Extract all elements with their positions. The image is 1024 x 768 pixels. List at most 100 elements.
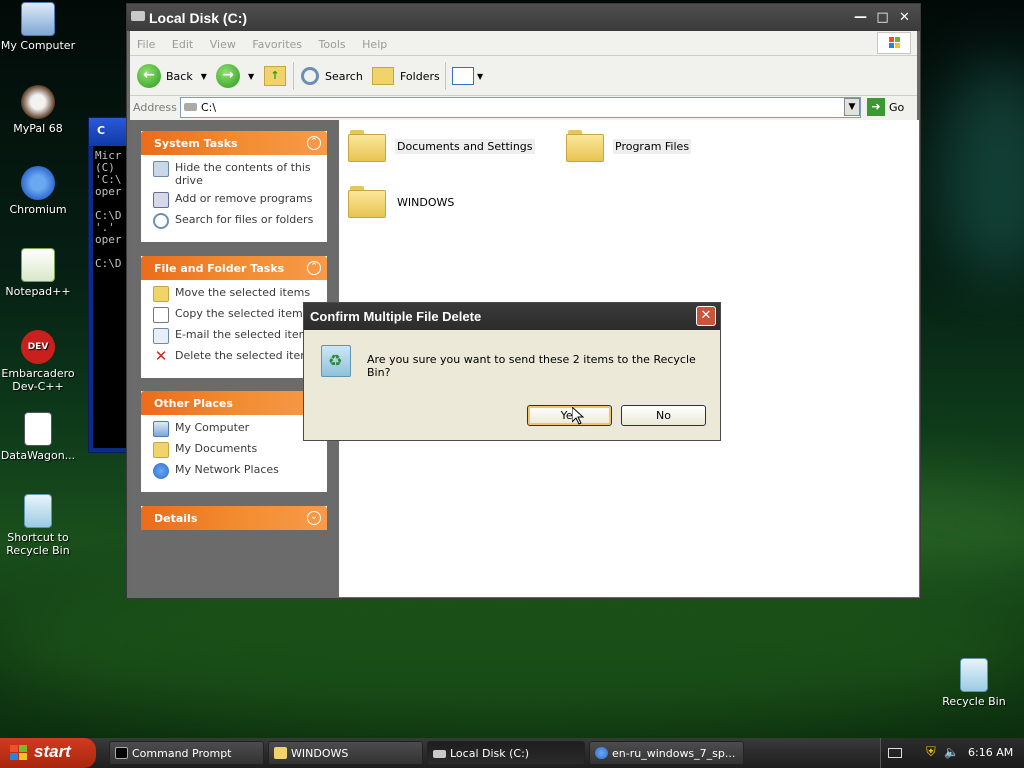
- taskbar-item-windows[interactable]: WINDOWS: [268, 741, 423, 765]
- task-add-remove-programs[interactable]: Add or remove programs: [153, 192, 321, 208]
- minimize-button[interactable]: —: [851, 8, 870, 27]
- search-icon: [301, 67, 319, 85]
- place-my-documents[interactable]: My Documents: [153, 442, 321, 458]
- dialog-titlebar[interactable]: Confirm Multiple File Delete ✕: [304, 303, 720, 330]
- task-delete-items[interactable]: ✕ Delete the selected items: [153, 349, 321, 365]
- windows-flag-icon: [10, 745, 27, 760]
- details-panel: Details ⌄: [141, 506, 327, 530]
- desktop-icon-label: DataWagon...: [0, 449, 76, 462]
- place-my-computer[interactable]: My Computer: [153, 421, 321, 437]
- explorer-titlebar[interactable]: Local Disk (C:) — □ ✕: [127, 4, 920, 31]
- menu-favorites[interactable]: Favorites: [245, 31, 308, 51]
- desktop-icon-chromium[interactable]: Chromium: [0, 166, 78, 216]
- collapse-icon[interactable]: ⌃: [307, 261, 321, 275]
- folder-item-program-files[interactable]: Program Files: [566, 130, 692, 162]
- expand-icon[interactable]: ⌄: [307, 511, 321, 525]
- place-my-network[interactable]: My Network Places: [153, 463, 321, 479]
- network-icon: [153, 463, 169, 479]
- speaker-icon[interactable]: 🔈: [944, 745, 959, 759]
- close-button[interactable]: ✕: [895, 8, 914, 27]
- chevron-down-icon[interactable]: ▼: [201, 72, 207, 81]
- drive-icon: [433, 750, 446, 758]
- task-search-files[interactable]: Search for files or folders: [153, 213, 321, 229]
- folder-item-documents-and-settings[interactable]: Documents and Settings: [348, 130, 535, 162]
- dialog-title: Confirm Multiple File Delete: [310, 309, 482, 324]
- views-icon: [452, 67, 474, 85]
- keyboard-icon[interactable]: [888, 748, 902, 758]
- other-places-header[interactable]: Other Places ⌃: [141, 391, 327, 415]
- task-email-items[interactable]: E-mail the selected items: [153, 328, 321, 344]
- clock[interactable]: 6:16 AM: [968, 746, 1013, 759]
- taskbar-item-chromium[interactable]: en-ru_windows_7_sp...: [589, 741, 744, 765]
- back-button[interactable]: ← Back ▼: [137, 64, 207, 88]
- devcpp-icon: DEV: [21, 330, 55, 364]
- desktop-icon-devcpp[interactable]: DEV Embarcadero Dev-C++: [0, 330, 78, 393]
- other-places-body: My Computer My Documents My Network Plac…: [141, 415, 327, 492]
- chromium-icon: [21, 166, 55, 200]
- search-label: Search: [325, 69, 363, 83]
- desktop-icon-recycle-shortcut[interactable]: Shortcut to Recycle Bin: [0, 494, 78, 557]
- up-folder-button[interactable]: ↑: [264, 64, 286, 88]
- menu-file[interactable]: File: [130, 31, 161, 51]
- recycle-bin-icon: [321, 345, 351, 377]
- task-copy-items[interactable]: Copy the selected items: [153, 307, 321, 323]
- menu-help[interactable]: Help: [355, 31, 393, 51]
- folder-icon: [348, 186, 386, 218]
- toolbar-divider: [445, 62, 446, 90]
- taskbar-item-command-prompt[interactable]: Command Prompt: [109, 741, 264, 765]
- computer-icon: [21, 2, 55, 36]
- file-folder-tasks-header[interactable]: File and Folder Tasks ⌃: [141, 256, 327, 280]
- details-header[interactable]: Details ⌄: [141, 506, 327, 530]
- menu-edit[interactable]: Edit: [165, 31, 199, 51]
- desktop-icon-notepadpp[interactable]: Notepad++: [0, 248, 78, 298]
- address-input[interactable]: C:\: [180, 97, 861, 118]
- start-label: start: [34, 742, 71, 761]
- forward-button[interactable]: → ▼: [216, 64, 254, 88]
- recycle-bin-icon: [24, 494, 52, 528]
- folders-icon: [372, 67, 394, 85]
- desktop-icon-datawagon[interactable]: DataWagon...: [0, 412, 78, 462]
- no-button[interactable]: No: [621, 405, 706, 426]
- folders-label: Folders: [400, 69, 440, 83]
- collapse-icon[interactable]: ⌃: [307, 136, 321, 150]
- desktop-icon-mypal[interactable]: MyPal 68: [0, 85, 78, 135]
- chevron-down-icon[interactable]: ▼: [248, 72, 254, 81]
- folder-name: WINDOWS: [397, 195, 455, 209]
- documents-folder-icon: [153, 442, 169, 458]
- taskbar: start Command Prompt WINDOWS Local Disk …: [0, 738, 1024, 768]
- system-tray: ⛨ 🔈 6:16 AM: [880, 738, 1024, 768]
- views-button[interactable]: ▼: [452, 64, 483, 88]
- email-icon: [153, 328, 169, 344]
- dialog-close-button[interactable]: ✕: [696, 306, 716, 326]
- start-button[interactable]: start: [0, 738, 96, 768]
- go-button[interactable]: ➜ Go: [867, 98, 904, 116]
- search-button[interactable]: Search: [301, 64, 363, 88]
- windows-logo-icon: [877, 32, 911, 54]
- task-hide-drive-contents[interactable]: Hide the contents of this drive: [153, 161, 321, 187]
- desktop-icon-label: Embarcadero Dev-C++: [1, 367, 75, 393]
- drive-icon: [184, 103, 197, 111]
- desktop-icon-label: Notepad++: [5, 285, 71, 298]
- up-folder-icon: ↑: [264, 66, 286, 86]
- computer-icon: [153, 421, 169, 437]
- desktop-icon-my-computer[interactable]: My Computer: [0, 2, 78, 52]
- system-tasks-header[interactable]: System Tasks ⌃: [141, 131, 327, 155]
- maximize-button[interactable]: □: [873, 8, 892, 27]
- address-dropdown-button[interactable]: ▼: [844, 98, 860, 116]
- menu-tools[interactable]: Tools: [312, 31, 352, 51]
- add-remove-programs-icon: [153, 192, 169, 208]
- folder-name: Program Files: [613, 138, 692, 154]
- taskbar-item-local-disk[interactable]: Local Disk (C:): [427, 741, 585, 765]
- folders-button[interactable]: Folders: [372, 64, 440, 88]
- toolbar-divider: [293, 62, 294, 90]
- security-shield-icon[interactable]: ⛨: [926, 745, 936, 760]
- document-icon: [24, 412, 52, 446]
- wallpaper-sky: [940, 60, 1024, 280]
- desktop-icon-recycle-bin[interactable]: Recycle Bin: [934, 658, 1014, 708]
- task-move-items[interactable]: Move the selected items: [153, 286, 321, 302]
- folder-item-windows[interactable]: WINDOWS: [348, 186, 456, 218]
- file-folder-tasks-body: Move the selected items Copy the selecte…: [141, 280, 327, 378]
- yes-button[interactable]: Yes: [527, 405, 612, 426]
- address-value: C:\: [201, 101, 217, 114]
- menu-view[interactable]: View: [203, 31, 242, 51]
